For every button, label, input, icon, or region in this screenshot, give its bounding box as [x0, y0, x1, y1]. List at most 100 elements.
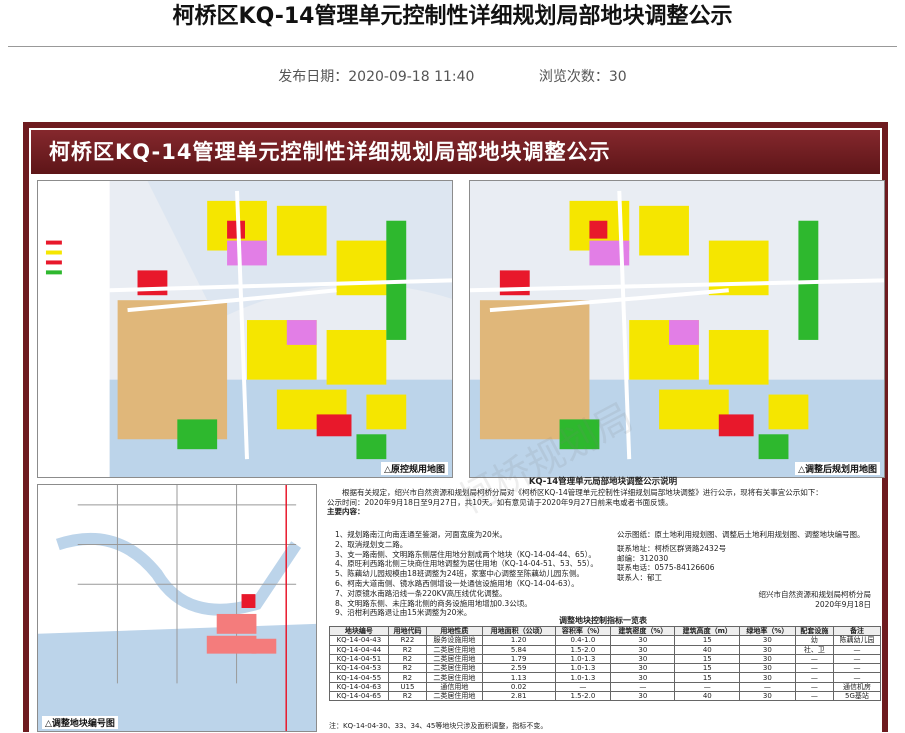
table-caption: 调整地块控制指标一览表: [559, 616, 647, 625]
table-cell: 30: [610, 663, 676, 674]
table-cell: —: [832, 672, 882, 683]
table-cell: 1.79: [481, 653, 556, 665]
table-cell: —: [832, 663, 882, 674]
table-cell: R2: [387, 672, 428, 683]
table-cell: R2: [387, 691, 428, 702]
table-cell: 30: [739, 635, 796, 646]
table-cell: R2: [387, 653, 428, 665]
table-cell: KQ-14-04-43: [329, 635, 389, 646]
list-item: 2、取消规划支二路。: [335, 539, 408, 549]
table-cell: 30: [739, 663, 796, 674]
table-cell: —: [794, 653, 834, 665]
table-cell: 30: [610, 653, 676, 665]
table-cell: R2: [387, 644, 428, 655]
notice-period: 公示时间：2020年9月18日至9月27日，共10天。如有意见请于2020年9月…: [327, 497, 673, 507]
material-text: 公示图纸：原土地利用规划图、调整后土地利用规划图、调整地块编号图。: [617, 530, 865, 539]
table-cell: 30: [739, 644, 796, 655]
table-cell: 15: [674, 635, 741, 646]
table-cell: 5G基站: [832, 691, 882, 702]
main-content-heading: 主要内容：: [327, 507, 365, 517]
notice-text-panel: KQ-14管理单元局部地块调整公示说明 根据有关规定，绍兴市自然资源和规划局柯桥…: [327, 477, 882, 733]
table-cell: —: [832, 653, 882, 665]
table-cell: 1.0-1.3: [554, 663, 612, 674]
table-cell: —: [739, 681, 796, 693]
table-cell: 1.0-1.3: [554, 672, 612, 683]
table-cell: 40: [674, 691, 741, 702]
list-item: 7、对原镜水南路沿线一条220KV高压线优化调整。: [335, 588, 507, 598]
table-cell: 5.84: [481, 644, 556, 655]
column-header: 备注: [832, 625, 882, 637]
table-cell: U15: [387, 681, 428, 693]
table-cell: —: [794, 663, 834, 674]
adjustment-item-list: 1、规划路南江向南连通至鉴湖，河面宽度为20米。 2、取消规划支二路。 3、支一…: [335, 530, 605, 618]
list-item: 1、规划路南江向南连通至鉴湖，河面宽度为20米。: [335, 530, 507, 539]
table-cell: 30: [739, 691, 796, 702]
contact-address: 联系地址：柯桥区群贤路2432号: [617, 543, 727, 553]
list-item: 5、陈藕幼儿园规模由18班调整为24班，家塞中心调整至陈藕幼儿园东侧。: [335, 569, 584, 579]
list-item: 8、文明路东侧、未庄路北侧的商务设施用地增加0.3公顷。: [335, 598, 532, 608]
parcel-control-table: 地块编号 用地代码 用地性质 用地面积（公顷） 容积率（%） 建筑密度（%） 建…: [329, 625, 882, 702]
table-header-row: 地块编号 用地代码 用地性质 用地面积（公顷） 容积率（%） 建筑密度（%） 建…: [329, 625, 882, 637]
list-item: 4、原旺利西路北侧三块商住用地调整为居住用地（KQ-14-04-51、53、55…: [335, 559, 598, 569]
contact-phone: 联系电话：0575-84126606: [617, 563, 715, 573]
column-header: 地块编号: [329, 625, 389, 637]
table-cell: KQ-14-04-55: [329, 672, 389, 683]
table-cell: 幼: [794, 635, 834, 646]
column-header: 用地代码: [387, 625, 428, 637]
column-header: 配套设施: [794, 625, 834, 637]
table-cell: 二类居住用地: [426, 644, 483, 655]
adjusted-parcel-map: △调整地块编号图: [37, 484, 317, 732]
column-header: 建筑密度（%）: [610, 625, 676, 637]
table-cell: KQ-14-04-63: [329, 681, 389, 693]
column-header: 用地面积（公顷）: [481, 625, 556, 637]
table-cell: R22: [387, 635, 428, 646]
contact-block: 公示图纸：原土地利用规划图、调整后土地利用规划图、调整地块编号图。 联系地址：柯…: [617, 530, 877, 583]
table-cell: KQ-14-04-51: [329, 653, 389, 665]
table-cell: 30: [610, 691, 676, 702]
table-cell: 30: [610, 635, 676, 646]
table-row: KQ-14-04-53 R2 二类居住用地 2.59 1.0-1.3 30 15 30— —: [329, 663, 882, 674]
table-cell: 1.5-2.0: [554, 644, 612, 655]
map2-caption: △调整后规划用地图: [795, 462, 880, 475]
table-cell: KQ-14-04-53: [329, 663, 389, 674]
table-cell: 通信机房: [832, 681, 882, 693]
signature-org: 绍兴市自然资源和规划局柯桥分局: [758, 590, 872, 599]
list-item: 6、柯南大道南侧、镜水路西侧增设一处通信设施用地（KQ-14-04-63）。: [335, 578, 579, 588]
table-cell: 二类居住用地: [426, 691, 483, 702]
table-cell: 30: [739, 672, 796, 683]
page-title: 柯桥区KQ-14管理单元控制性详细规划局部地块调整公示: [172, 4, 733, 29]
map1-caption: △原控规用地图: [381, 462, 448, 475]
signature-date: 2020年9月18日: [815, 599, 871, 609]
column-header: 建筑高度（m）: [674, 625, 741, 637]
poster-banner: 柯桥区KQ-14管理单元控制性详细规划局部地块调整公示: [31, 130, 880, 174]
table-cell: 30: [610, 644, 676, 655]
table-cell: 服务设施用地: [426, 635, 483, 646]
title-divider: [8, 46, 897, 47]
table-cell: 二类居住用地: [426, 663, 483, 674]
table-cell: —: [832, 644, 882, 655]
table-cell: 二类居住用地: [426, 672, 483, 683]
table-cell: 二类居住用地: [426, 653, 483, 665]
contact-person: 联系人：郁工: [617, 573, 662, 583]
table-cell: —: [794, 691, 834, 702]
table-cell: 2.59: [481, 663, 556, 674]
table-cell: 15: [674, 653, 741, 665]
table-cell: KQ-14-04-65: [329, 691, 389, 702]
map3-caption: △调整地块编号图: [42, 716, 118, 729]
column-header: 用地性质: [426, 625, 483, 637]
column-header: 绿地率（%）: [739, 625, 796, 637]
table-row: KQ-14-04-65 R2 二类居住用地 2.81 1.5-2.0 30 40 30—5G基…: [329, 691, 882, 702]
table-cell: —: [674, 681, 741, 693]
contact-postcode: 邮编：312030: [617, 553, 669, 563]
table-row: KQ-14-04-43 R22 服务设施用地 1.20 0.4-1.0 30 15 30 幼陈藕…: [329, 635, 882, 646]
table-cell: —: [610, 681, 676, 693]
list-item: 3、支一路南侧、文明路东侧居住用地分割成两个地块（KQ-14-04-44、65）…: [335, 549, 596, 559]
table-cell: 40: [674, 644, 741, 655]
table-row: KQ-14-04-63 U15 通信用地 0.02— — — — — 通信机房: [329, 681, 882, 693]
table-cell: 30: [610, 672, 676, 683]
column-header: 容积率（%）: [554, 625, 612, 637]
table-cell: 陈藕幼儿园: [832, 635, 882, 646]
notice-poster-image: 柯桥区KQ-14管理单元控制性详细规划局部地块调整公示 △原控规用地图 △调整后…: [23, 122, 888, 732]
publish-date: 发布日期：2020-09-18 11:40: [278, 69, 475, 85]
view-count: 浏览次数：30: [538, 69, 627, 85]
